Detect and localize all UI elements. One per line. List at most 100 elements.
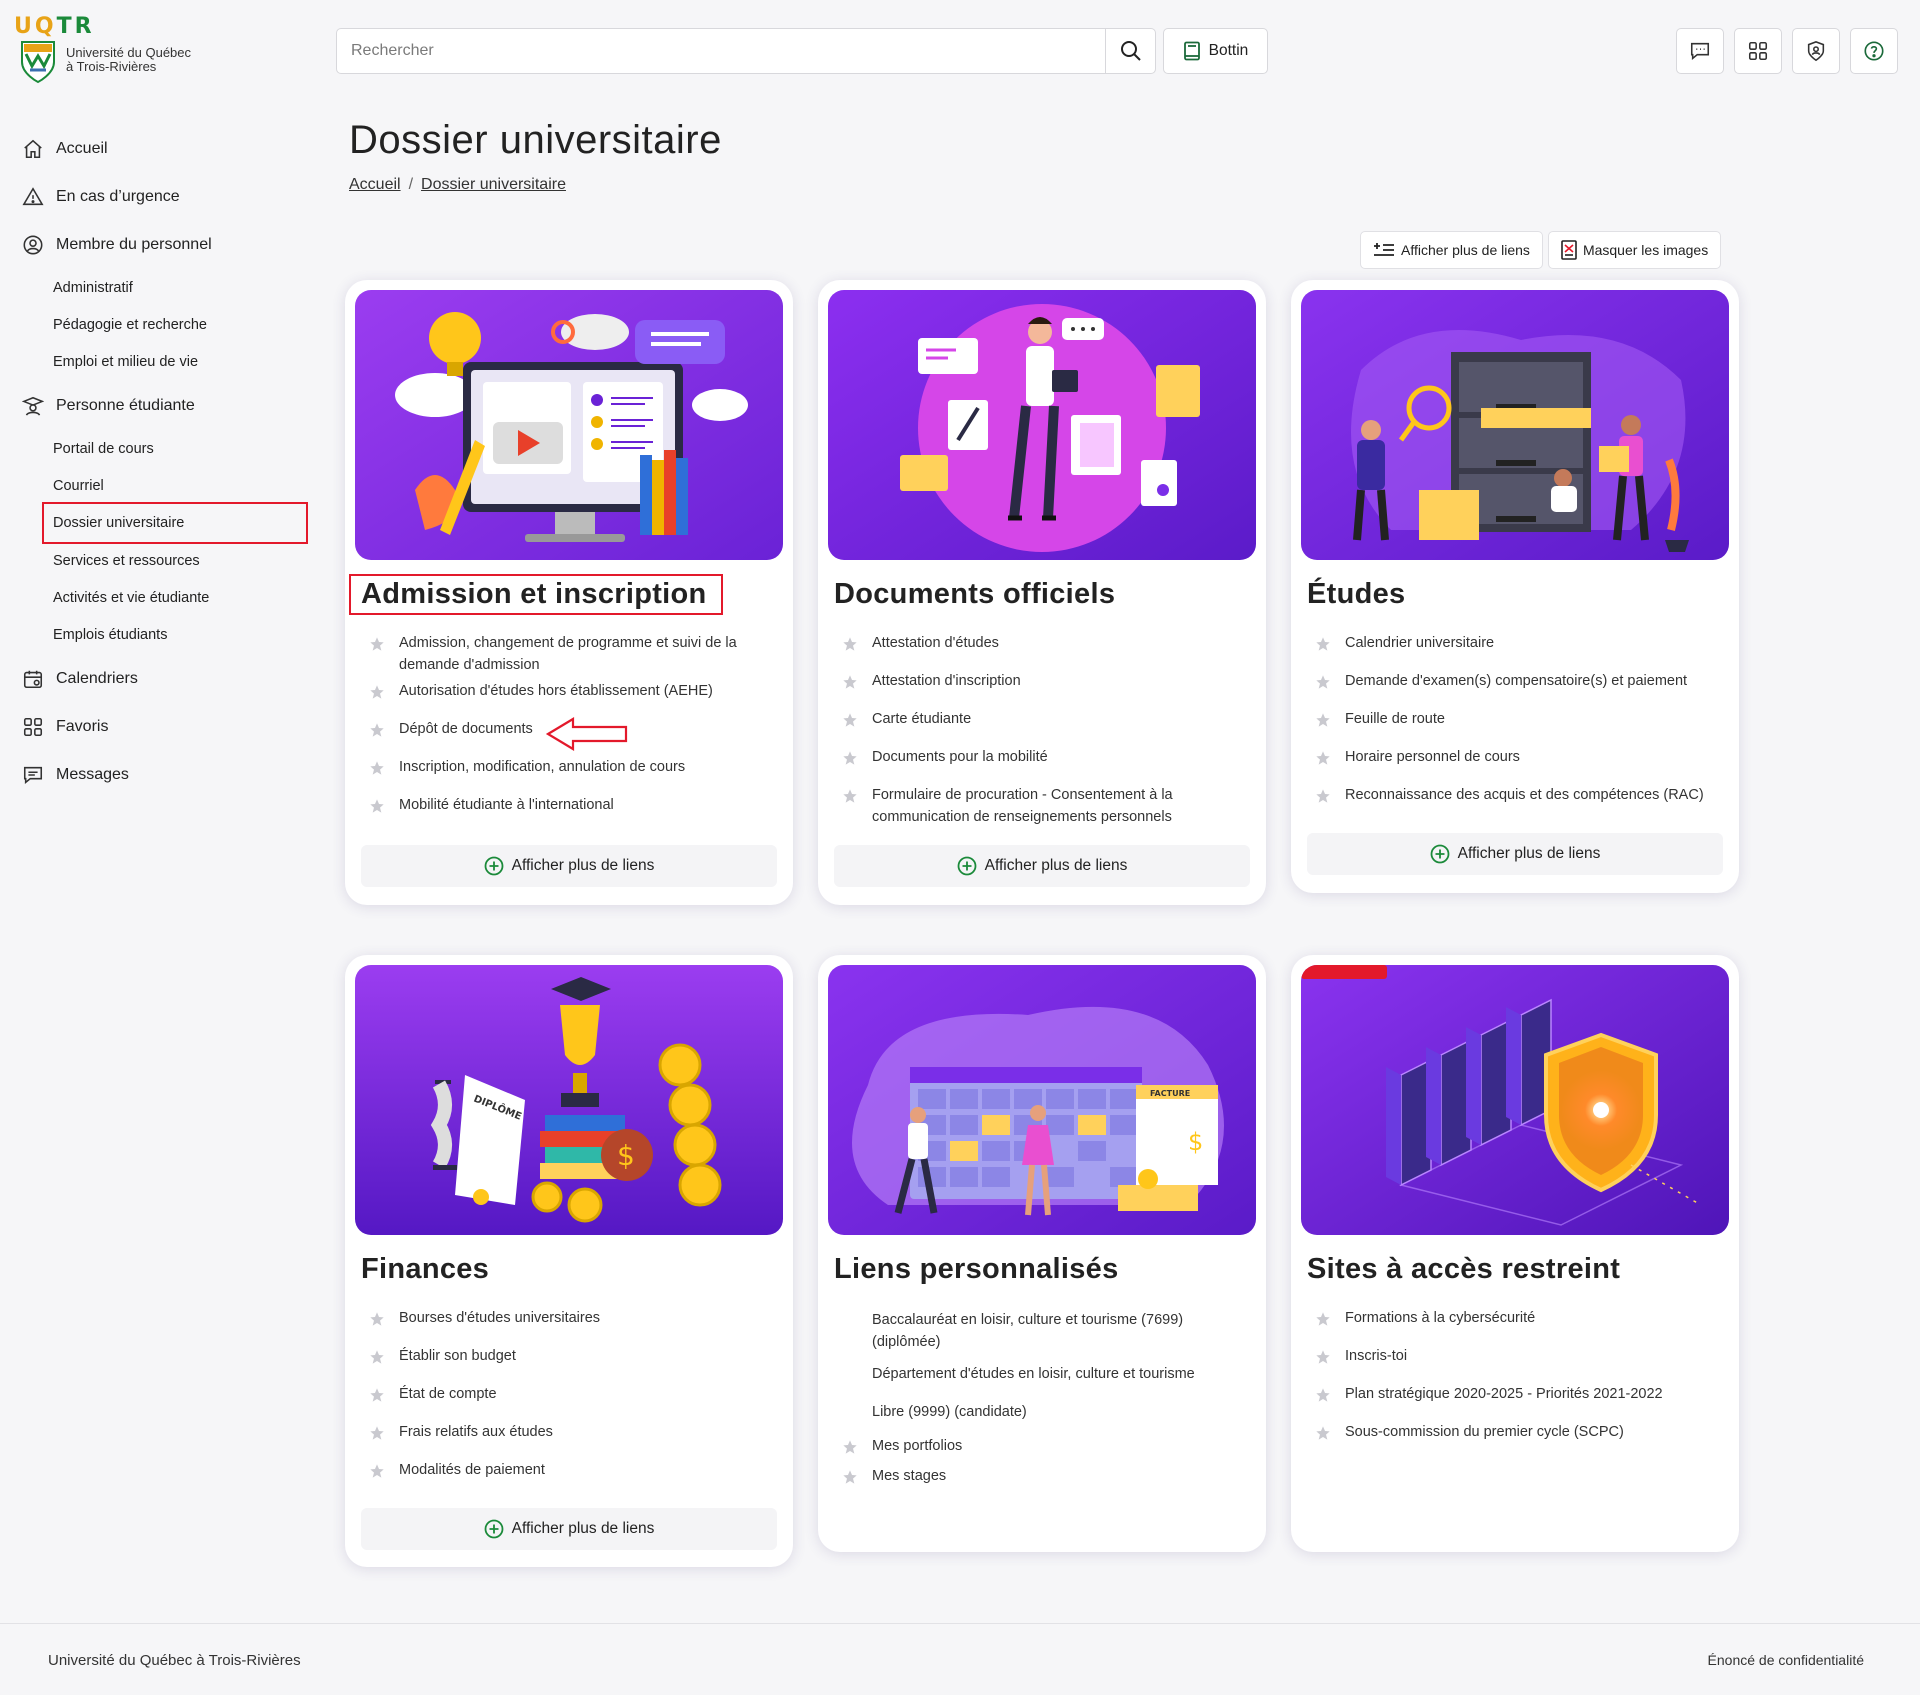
- star-icon[interactable]: [842, 1439, 858, 1455]
- card-link[interactable]: Mobilité étudiante à l'international: [369, 794, 773, 816]
- star-icon[interactable]: [842, 636, 858, 652]
- card-link[interactable]: Frais relatifs aux études: [369, 1421, 773, 1443]
- card-link[interactable]: Feuille de route: [1315, 708, 1719, 730]
- search-input[interactable]: [337, 29, 1105, 73]
- star-icon[interactable]: [842, 1469, 858, 1485]
- sub-item-emplois-etudiants[interactable]: Emplois étudiants: [20, 616, 320, 653]
- search-button[interactable]: [1105, 29, 1155, 73]
- card-link[interactable]: Formulaire de procuration - Consentement…: [842, 784, 1246, 828]
- card-link[interactable]: Département d'études en loisir, culture …: [842, 1363, 1246, 1385]
- card-image-finances: DIPLÔME $: [355, 965, 783, 1235]
- card-link[interactable]: Inscription, modification, annulation de…: [369, 756, 773, 778]
- search-icon: [1120, 41, 1141, 61]
- breadcrumb-current[interactable]: Dossier universitaire: [421, 176, 566, 193]
- card-link[interactable]: Plan stratégique 2020-2025 - Priorités 2…: [1315, 1383, 1719, 1405]
- star-icon[interactable]: [369, 722, 385, 738]
- star-icon[interactable]: [1315, 674, 1331, 690]
- sub-item-emploi-milieu[interactable]: Emploi et milieu de vie: [20, 343, 320, 380]
- privacy-link[interactable]: Énoncé de confidentialité: [1708, 1652, 1864, 1668]
- card-link[interactable]: Mes stages: [842, 1465, 1246, 1487]
- star-icon[interactable]: [1315, 712, 1331, 728]
- card-link[interactable]: Libre (9999) (candidate): [842, 1401, 1246, 1423]
- card-title: Liens personnalisés: [834, 1253, 1119, 1285]
- card-link[interactable]: Baccalauréat en loisir, culture et touri…: [842, 1309, 1246, 1353]
- card-link[interactable]: Inscris-toi: [1315, 1345, 1719, 1367]
- card-link[interactable]: Documents pour la mobilité: [842, 746, 1246, 768]
- show-more-links-button[interactable]: Afficher plus de liens: [361, 1508, 777, 1550]
- star-icon[interactable]: [842, 788, 858, 804]
- show-more-links-button[interactable]: Afficher plus de liens: [361, 845, 777, 887]
- sub-item-activites-vie[interactable]: Activités et vie étudiante: [20, 579, 320, 616]
- sub-item-portail-cours[interactable]: Portail de cours: [20, 430, 320, 467]
- help-button[interactable]: [1850, 28, 1898, 74]
- star-icon[interactable]: [369, 798, 385, 814]
- star-icon[interactable]: [369, 1349, 385, 1365]
- sub-item-pedagogie[interactable]: Pédagogie et recherche: [20, 306, 320, 343]
- star-icon[interactable]: [1315, 1387, 1331, 1403]
- apps-button[interactable]: [1734, 28, 1782, 74]
- star-icon[interactable]: [1315, 788, 1331, 804]
- star-icon[interactable]: [1315, 1311, 1331, 1327]
- card-link[interactable]: Calendrier universitaire: [1315, 632, 1719, 654]
- card-link-label: Mes portfolios: [872, 1438, 963, 1454]
- book-icon: [1183, 41, 1200, 61]
- card-link[interactable]: Bourses d'études universitaires: [369, 1307, 773, 1329]
- star-icon[interactable]: [369, 1311, 385, 1327]
- nav-item-membre-personnel[interactable]: Membre du personnel: [20, 221, 320, 269]
- card-link[interactable]: Mes portfolios: [842, 1435, 1246, 1457]
- star-icon[interactable]: [369, 684, 385, 700]
- card-image-sites: [1301, 965, 1729, 1235]
- invoice-label: FACTURE: [1150, 1089, 1190, 1098]
- nav-item-accueil[interactable]: Accueil: [20, 125, 320, 173]
- sub-item-administratif[interactable]: Administratif: [20, 269, 320, 306]
- star-icon[interactable]: [1315, 750, 1331, 766]
- feedback-button[interactable]: [1676, 28, 1724, 74]
- card-link[interactable]: Formations à la cybersécurité: [1315, 1307, 1719, 1329]
- star-icon[interactable]: [842, 750, 858, 766]
- card-link[interactable]: Carte étudiante: [842, 708, 1246, 730]
- show-more-links-button[interactable]: Afficher plus de liens: [1360, 231, 1543, 269]
- sub-item-courriel[interactable]: Courriel: [20, 467, 320, 504]
- footer-university-name: Université du Québec à Trois-Rivières: [48, 1652, 301, 1669]
- show-more-links-button[interactable]: Afficher plus de liens: [834, 845, 1250, 887]
- card-link[interactable]: Sous-commission du premier cycle (SCPC): [1315, 1421, 1719, 1443]
- nav-item-messages[interactable]: Messages: [20, 751, 320, 799]
- card-link[interactable]: Reconnaissance des acquis et des compéte…: [1315, 784, 1719, 806]
- star-icon[interactable]: [369, 760, 385, 776]
- star-icon[interactable]: [1315, 1425, 1331, 1441]
- sub-item-dossier-universitaire[interactable]: Dossier universitaire: [42, 502, 308, 544]
- card-link-label: Bourses d'études universitaires: [399, 1310, 601, 1326]
- star-icon[interactable]: [842, 674, 858, 690]
- card-link[interactable]: Établir son budget: [369, 1345, 773, 1367]
- star-icon[interactable]: [1315, 1349, 1331, 1365]
- card-link[interactable]: Autorisation d'études hors établissement…: [369, 680, 773, 702]
- card-link[interactable]: Attestation d'études: [842, 632, 1246, 654]
- show-more-links-button[interactable]: Afficher plus de liens: [1307, 833, 1723, 875]
- main-nav: Accueil En cas d’urgence Membre du perso…: [20, 125, 320, 799]
- card-link[interactable]: Admission, changement de programme et su…: [369, 632, 773, 676]
- sub-item-services-ressources[interactable]: Services et ressources: [20, 542, 320, 579]
- card-link[interactable]: Horaire personnel de cours: [1315, 746, 1719, 768]
- card-link-label: Documents pour la mobilité: [872, 749, 1048, 765]
- card-link[interactable]: Demande d'examen(s) compensatoire(s) et …: [1315, 670, 1719, 692]
- star-icon[interactable]: [369, 1387, 385, 1403]
- hide-images-button[interactable]: Masquer les images: [1547, 231, 1722, 269]
- card-link[interactable]: État de compte: [369, 1383, 773, 1405]
- card-link-label: Établir son budget: [399, 1348, 516, 1364]
- breadcrumb-accueil[interactable]: Accueil: [349, 176, 401, 193]
- bottin-button[interactable]: Bottin: [1163, 28, 1268, 74]
- nav-item-urgence[interactable]: En cas d’urgence: [20, 173, 320, 221]
- card-link[interactable]: Modalités de paiement: [369, 1459, 773, 1481]
- nav-item-calendriers[interactable]: Calendriers: [20, 655, 320, 703]
- star-icon[interactable]: [369, 636, 385, 652]
- security-button[interactable]: [1792, 28, 1840, 74]
- nav-item-favoris[interactable]: Favoris: [20, 703, 320, 751]
- star-icon[interactable]: [842, 712, 858, 728]
- star-icon[interactable]: [1315, 636, 1331, 652]
- uqtr-logo[interactable]: UQTR Université du Québec à Trois-Rivièr…: [14, 14, 214, 89]
- nav-item-personne-etudiante[interactable]: Personne étudiante: [20, 382, 320, 430]
- star-icon[interactable]: [369, 1425, 385, 1441]
- star-icon[interactable]: [369, 1463, 385, 1479]
- card-links: Calendrier universitaire Demande d'exame…: [1315, 632, 1719, 822]
- card-link[interactable]: Attestation d'inscription: [842, 670, 1246, 692]
